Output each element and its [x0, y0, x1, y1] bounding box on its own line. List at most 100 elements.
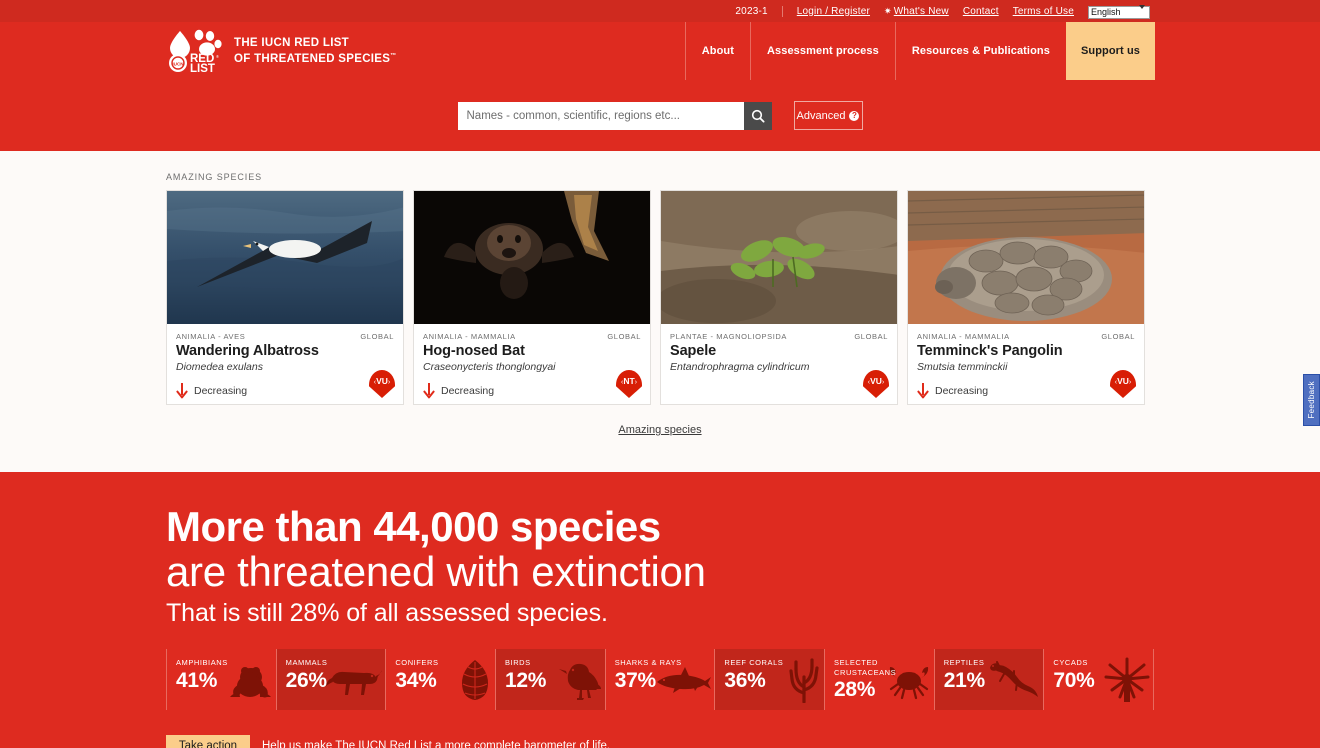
feedback-label: Feedback [1307, 381, 1316, 419]
question-icon[interactable]: ? [849, 110, 860, 121]
card-population-trend: Decreasing [176, 382, 394, 399]
nav-item-support-us[interactable]: Support us [1065, 22, 1155, 80]
status-badge[interactable]: ‹ VU › [863, 370, 889, 398]
stat-value: 41% [176, 668, 218, 692]
arrow-down-icon [917, 383, 929, 399]
species-card[interactable]: PLANTAE - MAGNOLIOPSIDA GLOBAL Sapele En… [660, 190, 898, 405]
stat-birds[interactable]: BIRDS 12% [496, 649, 606, 710]
card-scope: GLOBAL [607, 332, 641, 341]
svg-text:®: ® [216, 54, 219, 59]
trademark-mark: ™ [390, 52, 397, 59]
stat-mammals[interactable]: MAMMALS 26% [276, 649, 387, 710]
stat-value: 36% [724, 668, 766, 692]
search-button[interactable] [743, 101, 772, 130]
stat-reef-corals[interactable]: REEF CORALS 36% [715, 649, 826, 710]
stat-label: CYCADS [1053, 658, 1088, 667]
card-common-name: Wandering Albatross [176, 343, 319, 359]
stat-sharks-rays[interactable]: SHARKS & RAYS 37% [606, 649, 716, 710]
badge-status-code: NT [623, 376, 635, 386]
stat-label: SHARKS & RAYS [614, 658, 682, 667]
take-action-cta: Take action Help us make The IUCN Red Li… [166, 735, 1154, 748]
badge-left-chevron: ‹ [620, 376, 624, 386]
login-register-link[interactable]: Login / Register [797, 6, 870, 17]
nav-item-resources-publications[interactable]: Resources & Publications [894, 22, 1066, 80]
release-version: 2023-1 [735, 5, 783, 17]
brand-wordmark: THE IUCN RED LIST OF THREATENED SPECIES™ [234, 37, 397, 66]
stat-selected-crustaceans[interactable]: SELECTED CRUSTACEANS 28% [825, 649, 935, 710]
badge-left-chevron: ‹ [1114, 376, 1118, 386]
card-scope: GLOBAL [360, 332, 394, 341]
brand-line-2: OF THREATENED SPECIES™ [234, 52, 397, 65]
card-scope: GLOBAL [854, 332, 888, 341]
terms-of-use-link[interactable]: Terms of Use [1013, 6, 1074, 17]
card-scope: GLOBAL [1101, 332, 1135, 341]
site-header: IUCN RED LIST ® THE IUCN RED LIST OF THR… [0, 22, 1320, 80]
stat-value: 70% [1053, 668, 1095, 692]
card-trend-label: Decreasing [935, 384, 989, 397]
svg-text:LIST: LIST [190, 63, 215, 73]
card-common-name: Temminck's Pangolin [917, 343, 1063, 359]
advanced-search-button[interactable]: Advanced ? [793, 101, 863, 130]
card-scientific-name: Craseonycteris thonglongyai [423, 361, 556, 373]
seedling-photo [661, 191, 897, 324]
amazing-species-link[interactable]: Amazing species [618, 424, 701, 436]
card-population-trend: Decreasing [423, 382, 641, 399]
species-card[interactable]: ANIMALIA - AVES GLOBAL Wandering Albatro… [166, 190, 404, 405]
card-common-name: Hog-nosed Bat [423, 343, 525, 359]
stat-value: 12% [505, 668, 547, 692]
card-scientific-name: Diomedea exulans [176, 361, 263, 373]
stat-value: 21% [943, 668, 985, 692]
nav-item-assessment-process[interactable]: Assessment process [749, 22, 895, 80]
search-box [457, 101, 772, 130]
stat-cycads[interactable]: CYCADS 70% [1044, 649, 1155, 710]
pangolin-photo [908, 191, 1144, 324]
nav-item-about[interactable]: About [684, 22, 750, 80]
species-card[interactable]: ANIMALIA - MAMMALIA GLOBAL Temminck's Pa… [907, 190, 1145, 405]
badge-status-code: VU [1117, 376, 1129, 386]
feedback-tab[interactable]: Feedback [1303, 374, 1320, 426]
search-input[interactable] [457, 101, 744, 130]
stat-value: 26% [285, 668, 327, 692]
main-navigation: About Assessment process Resources & Pub… [684, 22, 1155, 80]
badge-left-chevron: ‹ [867, 376, 871, 386]
iucn-redlist-logo-icon: IUCN RED LIST ® [166, 29, 222, 75]
badge-right-chevron: › [387, 376, 391, 386]
card-population-trend: Decreasing [917, 382, 1135, 399]
badge-status-code: VU [376, 376, 388, 386]
stat-label: CONIFERS [395, 658, 439, 667]
utility-bar: 2023-1 Login / Register ✷ What's New Con… [0, 0, 1320, 22]
threatened-stats-bar: AMPHIBIANS 41% MAMMALS 26% CONIFERS 34% … [166, 649, 1155, 710]
stat-label: SELECTED CRUSTACEANS [834, 658, 897, 677]
amazing-species-section: AMAZING SPECIES ANIMALIA - AVES GLOBAL W… [166, 151, 1154, 438]
stat-conifers[interactable]: CONIFERS 34% [386, 649, 497, 710]
star-icon[interactable]: ✷ [884, 6, 892, 17]
language-select[interactable]: English [1088, 6, 1150, 19]
hero-headline-secondary: are threatened with extinction [166, 548, 706, 595]
brand-logo[interactable]: IUCN RED LIST ® THE IUCN RED LIST OF THR… [166, 29, 397, 75]
take-action-button[interactable]: Take action [166, 735, 250, 748]
stat-amphibians[interactable]: AMPHIBIANS 41% [167, 649, 277, 710]
section-label-amazing-species: AMAZING SPECIES [166, 172, 263, 182]
species-card[interactable]: ANIMALIA - MAMMALIA GLOBAL Hog-nosed Bat… [413, 190, 651, 405]
arrow-down-icon [176, 383, 188, 399]
bat-photo [414, 191, 650, 324]
stat-label: REEF CORALS [724, 658, 784, 667]
stat-label: AMPHIBIANS [176, 658, 228, 667]
card-scientific-name: Entandrophragma cylindricum [670, 361, 810, 373]
cta-description: Help us make The IUCN Red List a more co… [262, 739, 611, 748]
language-selector-wrap: English [1088, 2, 1150, 20]
contact-link[interactable]: Contact [963, 6, 999, 17]
badge-right-chevron: › [634, 376, 638, 386]
stat-value: 37% [614, 668, 656, 692]
whats-new-link[interactable]: What's New [894, 6, 949, 17]
stat-reptiles[interactable]: REPTILES 21% [934, 649, 1045, 710]
search-icon [751, 109, 765, 123]
badge-right-chevron: › [881, 376, 885, 386]
search-band: Advanced ? [0, 80, 1320, 151]
threatened-species-hero: More than 44,000 species are threatened … [0, 472, 1320, 748]
badge-left-chevron: ‹ [373, 376, 377, 386]
stat-label: REPTILES [943, 658, 985, 667]
brand-line-1: THE IUCN RED LIST [234, 36, 349, 49]
stat-label: MAMMALS [285, 658, 328, 667]
hero-headline-primary: More than 44,000 species [166, 503, 661, 550]
